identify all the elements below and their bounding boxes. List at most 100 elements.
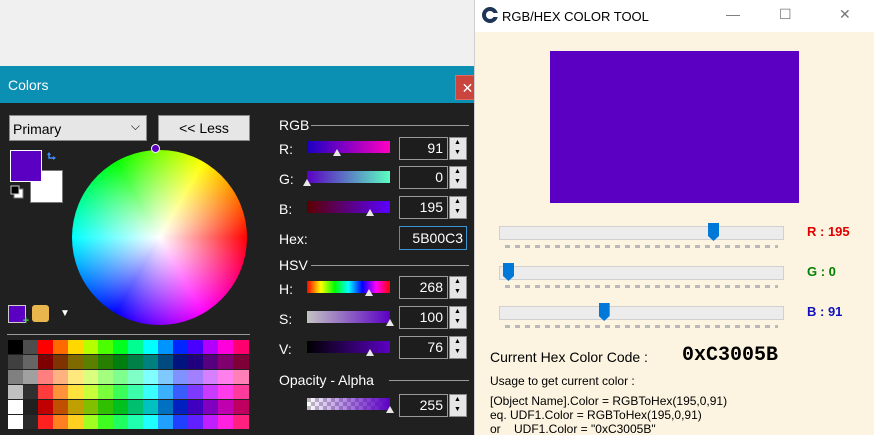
palette-swatch[interactable] — [83, 385, 99, 399]
colors-titlebar[interactable]: Colors ✕ — [0, 66, 483, 103]
palette-icon[interactable] — [32, 305, 49, 322]
slider-thumb[interactable] — [332, 149, 341, 156]
red-value-input[interactable]: 91 — [399, 137, 448, 160]
spin-up-icon[interactable]: ▲ — [454, 168, 461, 175]
palette-swatch[interactable] — [23, 415, 39, 429]
palette-swatch[interactable] — [68, 340, 84, 354]
spin-up-icon[interactable]: ▲ — [454, 198, 461, 205]
alpha-slider[interactable] — [307, 398, 394, 413]
palette-swatch[interactable] — [68, 355, 84, 369]
blue-slider[interactable] — [307, 201, 390, 216]
palette-swatch[interactable] — [68, 370, 84, 384]
chevron-down-icon[interactable]: ▼ — [60, 308, 70, 319]
hue-spinner[interactable]: ▲ ▼ — [449, 276, 467, 299]
palette-swatch[interactable] — [98, 415, 114, 429]
palette-swatch[interactable] — [128, 340, 144, 354]
palette-swatch[interactable] — [188, 400, 204, 414]
minimize-icon[interactable]: — — [726, 6, 740, 22]
palette-swatch[interactable] — [38, 340, 54, 354]
palette-swatch[interactable] — [38, 400, 54, 414]
hex-input[interactable]: 5B00C3 — [399, 226, 467, 250]
blue-spinner[interactable]: ▲ ▼ — [449, 196, 467, 219]
blue-value-input[interactable]: 195 — [399, 196, 448, 219]
value-spinner[interactable]: ▲ ▼ — [449, 336, 467, 359]
palette-swatch[interactable] — [143, 370, 159, 384]
green-track[interactable] — [499, 266, 784, 280]
color-wheel-handle[interactable] — [151, 144, 160, 153]
palette-swatch[interactable] — [83, 340, 99, 354]
palette-swatch[interactable] — [53, 385, 69, 399]
spin-down-icon[interactable]: ▼ — [454, 406, 461, 413]
palette-swatch[interactable] — [158, 385, 174, 399]
palette-swatch[interactable] — [188, 355, 204, 369]
spin-down-icon[interactable]: ▼ — [454, 318, 461, 325]
palette-swatch[interactable] — [188, 385, 204, 399]
palette-swatch[interactable] — [188, 415, 204, 429]
palette-swatch[interactable] — [218, 340, 234, 354]
palette-swatch[interactable] — [128, 400, 144, 414]
value-value-input[interactable]: 76 — [399, 336, 448, 359]
palette-swatch[interactable] — [233, 355, 249, 369]
palette-swatch[interactable] — [128, 370, 144, 384]
palette-swatch[interactable] — [8, 415, 24, 429]
color-slot-dropdown[interactable]: Primary ⌵ — [9, 115, 147, 141]
palette-swatch[interactable] — [188, 370, 204, 384]
spin-down-icon[interactable]: ▼ — [454, 149, 461, 156]
palette-swatch[interactable] — [53, 340, 69, 354]
palette-swatch[interactable] — [233, 370, 249, 384]
palette-swatch[interactable] — [218, 385, 234, 399]
palette-swatch[interactable] — [68, 400, 84, 414]
alpha-value-input[interactable]: 255 — [399, 394, 448, 417]
palette-swatch[interactable] — [8, 370, 24, 384]
maximize-icon[interactable]: ☐ — [779, 6, 792, 23]
palette-swatch[interactable] — [23, 385, 39, 399]
spin-up-icon[interactable]: ▲ — [454, 278, 461, 285]
palette-swatch[interactable] — [173, 385, 189, 399]
palette-swatch[interactable] — [113, 415, 129, 429]
palette-swatch[interactable] — [38, 415, 54, 429]
palette-swatch[interactable] — [143, 340, 159, 354]
spin-down-icon[interactable]: ▼ — [454, 178, 461, 185]
palette-swatch[interactable] — [23, 340, 39, 354]
swap-colors-icon[interactable] — [46, 151, 60, 165]
palette-swatch[interactable] — [173, 370, 189, 384]
palette-swatch[interactable] — [68, 415, 84, 429]
palette-swatch[interactable] — [233, 415, 249, 429]
palette-swatch[interactable] — [173, 400, 189, 414]
red-spinner[interactable]: ▲ ▼ — [449, 137, 467, 160]
add-swatch-button[interactable]: + — [8, 305, 29, 327]
palette-swatch[interactable] — [158, 400, 174, 414]
palette-swatch[interactable] — [53, 415, 69, 429]
palette-swatch[interactable] — [113, 400, 129, 414]
green-spinner[interactable]: ▲ ▼ — [449, 166, 467, 189]
spin-down-icon[interactable]: ▼ — [454, 208, 461, 215]
palette-swatch[interactable] — [83, 355, 99, 369]
spin-up-icon[interactable]: ▲ — [454, 396, 461, 403]
palette-swatch[interactable] — [188, 340, 204, 354]
green-slider[interactable] — [303, 171, 390, 186]
palette-swatch[interactable] — [53, 400, 69, 414]
palette-swatch[interactable] — [203, 355, 219, 369]
palette-swatch[interactable] — [158, 370, 174, 384]
red-slider[interactable] — [307, 141, 390, 156]
palette-swatch[interactable] — [203, 400, 219, 414]
alpha-spinner[interactable]: ▲ ▼ — [449, 394, 467, 417]
palette-swatch[interactable] — [203, 370, 219, 384]
value-slider[interactable] — [307, 341, 390, 356]
saturation-spinner[interactable]: ▲ ▼ — [449, 306, 467, 329]
saturation-value-input[interactable]: 100 — [399, 306, 448, 329]
palette-swatch[interactable] — [98, 385, 114, 399]
reset-colors-icon[interactable] — [10, 185, 24, 199]
slider-thumb[interactable] — [386, 319, 394, 326]
palette-swatch[interactable] — [83, 415, 99, 429]
palette-swatch[interactable] — [113, 385, 129, 399]
palette-swatch[interactable] — [233, 400, 249, 414]
spin-down-icon[interactable]: ▼ — [454, 348, 461, 355]
slider-thumb[interactable] — [386, 406, 394, 413]
palette-swatch[interactable] — [68, 385, 84, 399]
palette-swatch[interactable] — [203, 340, 219, 354]
palette-swatch[interactable] — [158, 415, 174, 429]
palette-swatch[interactable] — [38, 355, 54, 369]
palette-swatch[interactable] — [8, 355, 24, 369]
palette-swatch[interactable] — [113, 340, 129, 354]
